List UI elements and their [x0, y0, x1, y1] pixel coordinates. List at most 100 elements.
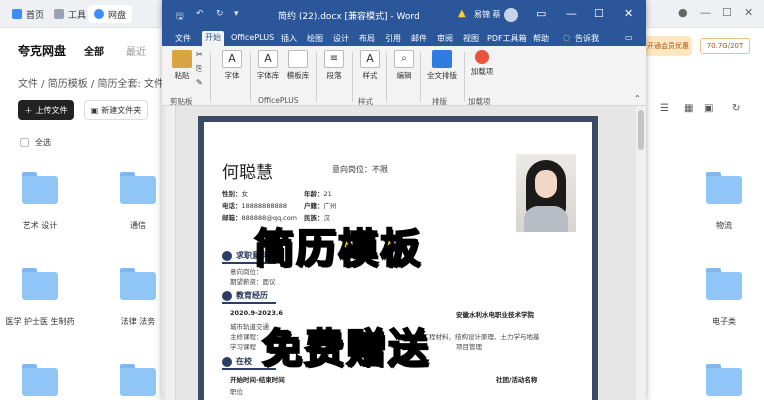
person-icon: [222, 250, 232, 261]
save-icon[interactable]: 🖫: [176, 9, 184, 25]
folder-label[interactable]: 艺术 设计: [5, 220, 75, 231]
copy-icon[interactable]: ⎘: [196, 64, 202, 74]
format-painter-icon[interactable]: ✎: [196, 78, 203, 87]
flag-icon: [222, 356, 232, 367]
folder-label[interactable]: 医学 护士医 生制药: [5, 316, 75, 327]
customize-icon[interactable]: ▾: [234, 9, 239, 19]
tab-mailings[interactable]: 邮件: [408, 32, 430, 45]
nav-all[interactable]: 全部: [84, 43, 104, 58]
select-all[interactable]: 全选: [20, 137, 51, 148]
close-icon[interactable]: ✕: [624, 7, 633, 20]
tab-draw[interactable]: 绘图: [304, 32, 326, 45]
section-campus: 在校: [222, 356, 252, 367]
user-name[interactable]: 易锦 蔡: [474, 9, 501, 20]
tab-references[interactable]: 引用: [382, 32, 404, 45]
edu-line: 主修课程：: [230, 333, 263, 341]
brand-title: 夸克网盘: [18, 44, 67, 58]
paste-button[interactable]: 粘贴: [170, 50, 194, 81]
load-item-button[interactable]: 加载项: [468, 50, 496, 77]
nav-recent[interactable]: 最近: [126, 43, 146, 58]
list-view-icon[interactable]: ☰: [660, 103, 669, 114]
collapse-ribbon-icon[interactable]: ⌃: [634, 94, 641, 103]
overlay-title: 简历模板: [253, 225, 422, 273]
tab-tools[interactable]: 工具: [48, 5, 92, 23]
folder-icon[interactable]: [22, 172, 58, 204]
font-library-button[interactable]: A 字体库: [254, 50, 282, 81]
group-divider: [316, 52, 317, 102]
maximize-icon[interactable]: ☐: [722, 6, 732, 19]
tab-review[interactable]: 审阅: [434, 32, 456, 45]
paragraph-icon: ≡: [324, 50, 344, 68]
home-icon: [12, 9, 22, 19]
folder-icon[interactable]: [120, 172, 156, 204]
tab-design[interactable]: 设计: [330, 32, 352, 45]
template-library-button[interactable]: 模板库: [284, 50, 312, 81]
tab-insert[interactable]: 插入: [278, 32, 300, 45]
storage-indicator[interactable]: 70.7G/20T: [700, 38, 750, 54]
edit-button[interactable]: ⌕ 编辑: [390, 50, 418, 81]
tab-layout[interactable]: 布局: [356, 32, 378, 45]
folder-label[interactable]: 电子类: [689, 316, 759, 327]
upload-button[interactable]: ＋ 上传文件: [18, 100, 74, 120]
folder-icon[interactable]: [22, 268, 58, 300]
clipboard-icon: [172, 50, 192, 68]
new-folder-button[interactable]: ▣ 新建文件夹: [84, 100, 148, 120]
edu-line: 学习课程: [230, 343, 256, 351]
grid-view-icon[interactable]: ▦: [684, 103, 693, 114]
tab-help[interactable]: 帮助: [530, 32, 552, 45]
paragraph-button[interactable]: ≡ 段落: [320, 50, 348, 81]
vertical-ruler: [166, 106, 176, 400]
folder-icon[interactable]: [706, 364, 742, 396]
section-education: 教育经历: [222, 290, 268, 301]
styles-button[interactable]: A 样式: [356, 50, 384, 81]
edu-line: 水工程材料、结构设计原理、土力学与地基: [416, 333, 540, 341]
tab-view[interactable]: 视图: [460, 32, 482, 45]
layout-icon: [432, 50, 452, 68]
scroll-thumb[interactable]: [638, 110, 644, 150]
group-divider: [250, 52, 251, 102]
folder-icon[interactable]: [706, 268, 742, 300]
ribbon-display-icon[interactable]: ▭: [536, 7, 546, 20]
minimize-icon[interactable]: —: [566, 7, 577, 20]
undo-icon[interactable]: ↶: [196, 9, 204, 19]
tab-officeplus[interactable]: OfficePLUS: [228, 32, 277, 43]
redo-icon[interactable]: ↻: [216, 9, 224, 19]
font-button[interactable]: A 字体: [218, 50, 246, 81]
close-icon[interactable]: ✕: [744, 6, 753, 19]
avatar[interactable]: [504, 8, 518, 22]
job-line: 期望薪资：面议: [230, 278, 276, 286]
folder-icon[interactable]: [120, 364, 156, 396]
tab-home[interactable]: 首页: [6, 5, 50, 23]
account-icon[interactable]: ●: [678, 6, 688, 19]
select-all-checkbox[interactable]: [20, 138, 29, 147]
folder-add-icon: ▣: [90, 105, 99, 115]
folder-label[interactable]: 物流: [689, 220, 759, 231]
resume-name: 何聪慧: [222, 163, 273, 183]
tab-pdf-tools[interactable]: PDF工具箱: [484, 32, 530, 45]
overlay-subtitle: 免费赠送: [261, 325, 430, 373]
tab-file[interactable]: 文件: [172, 32, 194, 45]
tab-home[interactable]: 开始: [202, 31, 224, 46]
vertical-scrollbar[interactable]: [636, 106, 646, 400]
minimize-icon[interactable]: —: [700, 6, 711, 19]
comment-icon[interactable]: ▭: [622, 32, 636, 43]
edu-school: 安徽水利水电职业技术学院: [456, 311, 534, 319]
tell-me-search[interactable]: 告诉我: [572, 32, 602, 45]
folder-icon[interactable]: [22, 364, 58, 396]
breadcrumb[interactable]: 文件 / 简历模板 / 简历全套: 文件: [18, 75, 164, 90]
thumbnail-view-icon[interactable]: ▣: [704, 103, 713, 114]
folder-icon[interactable]: [120, 268, 156, 300]
cut-icon[interactable]: ✂: [196, 50, 203, 59]
warning-icon[interactable]: ▲: [458, 8, 466, 19]
refresh-icon[interactable]: ↻: [732, 103, 740, 114]
full-layout-button[interactable]: 全文排版: [424, 50, 460, 81]
maximize-icon[interactable]: ☐: [594, 7, 604, 20]
ribbon-tabs: 文件 开始 OfficePLUS 插入 绘图 设计 布局 引用 邮件 审阅 视图…: [162, 30, 646, 46]
campus-org: 社团/活动名称: [496, 376, 538, 384]
font-icon: A: [222, 50, 242, 68]
tab-drive[interactable]: 网盘: [88, 5, 133, 23]
profile-photo[interactable]: [516, 154, 576, 232]
folder-icon[interactable]: [706, 172, 742, 204]
info-gender: 性别：女: [222, 190, 248, 198]
vip-badge[interactable]: 开通会员优惠: [644, 36, 692, 56]
